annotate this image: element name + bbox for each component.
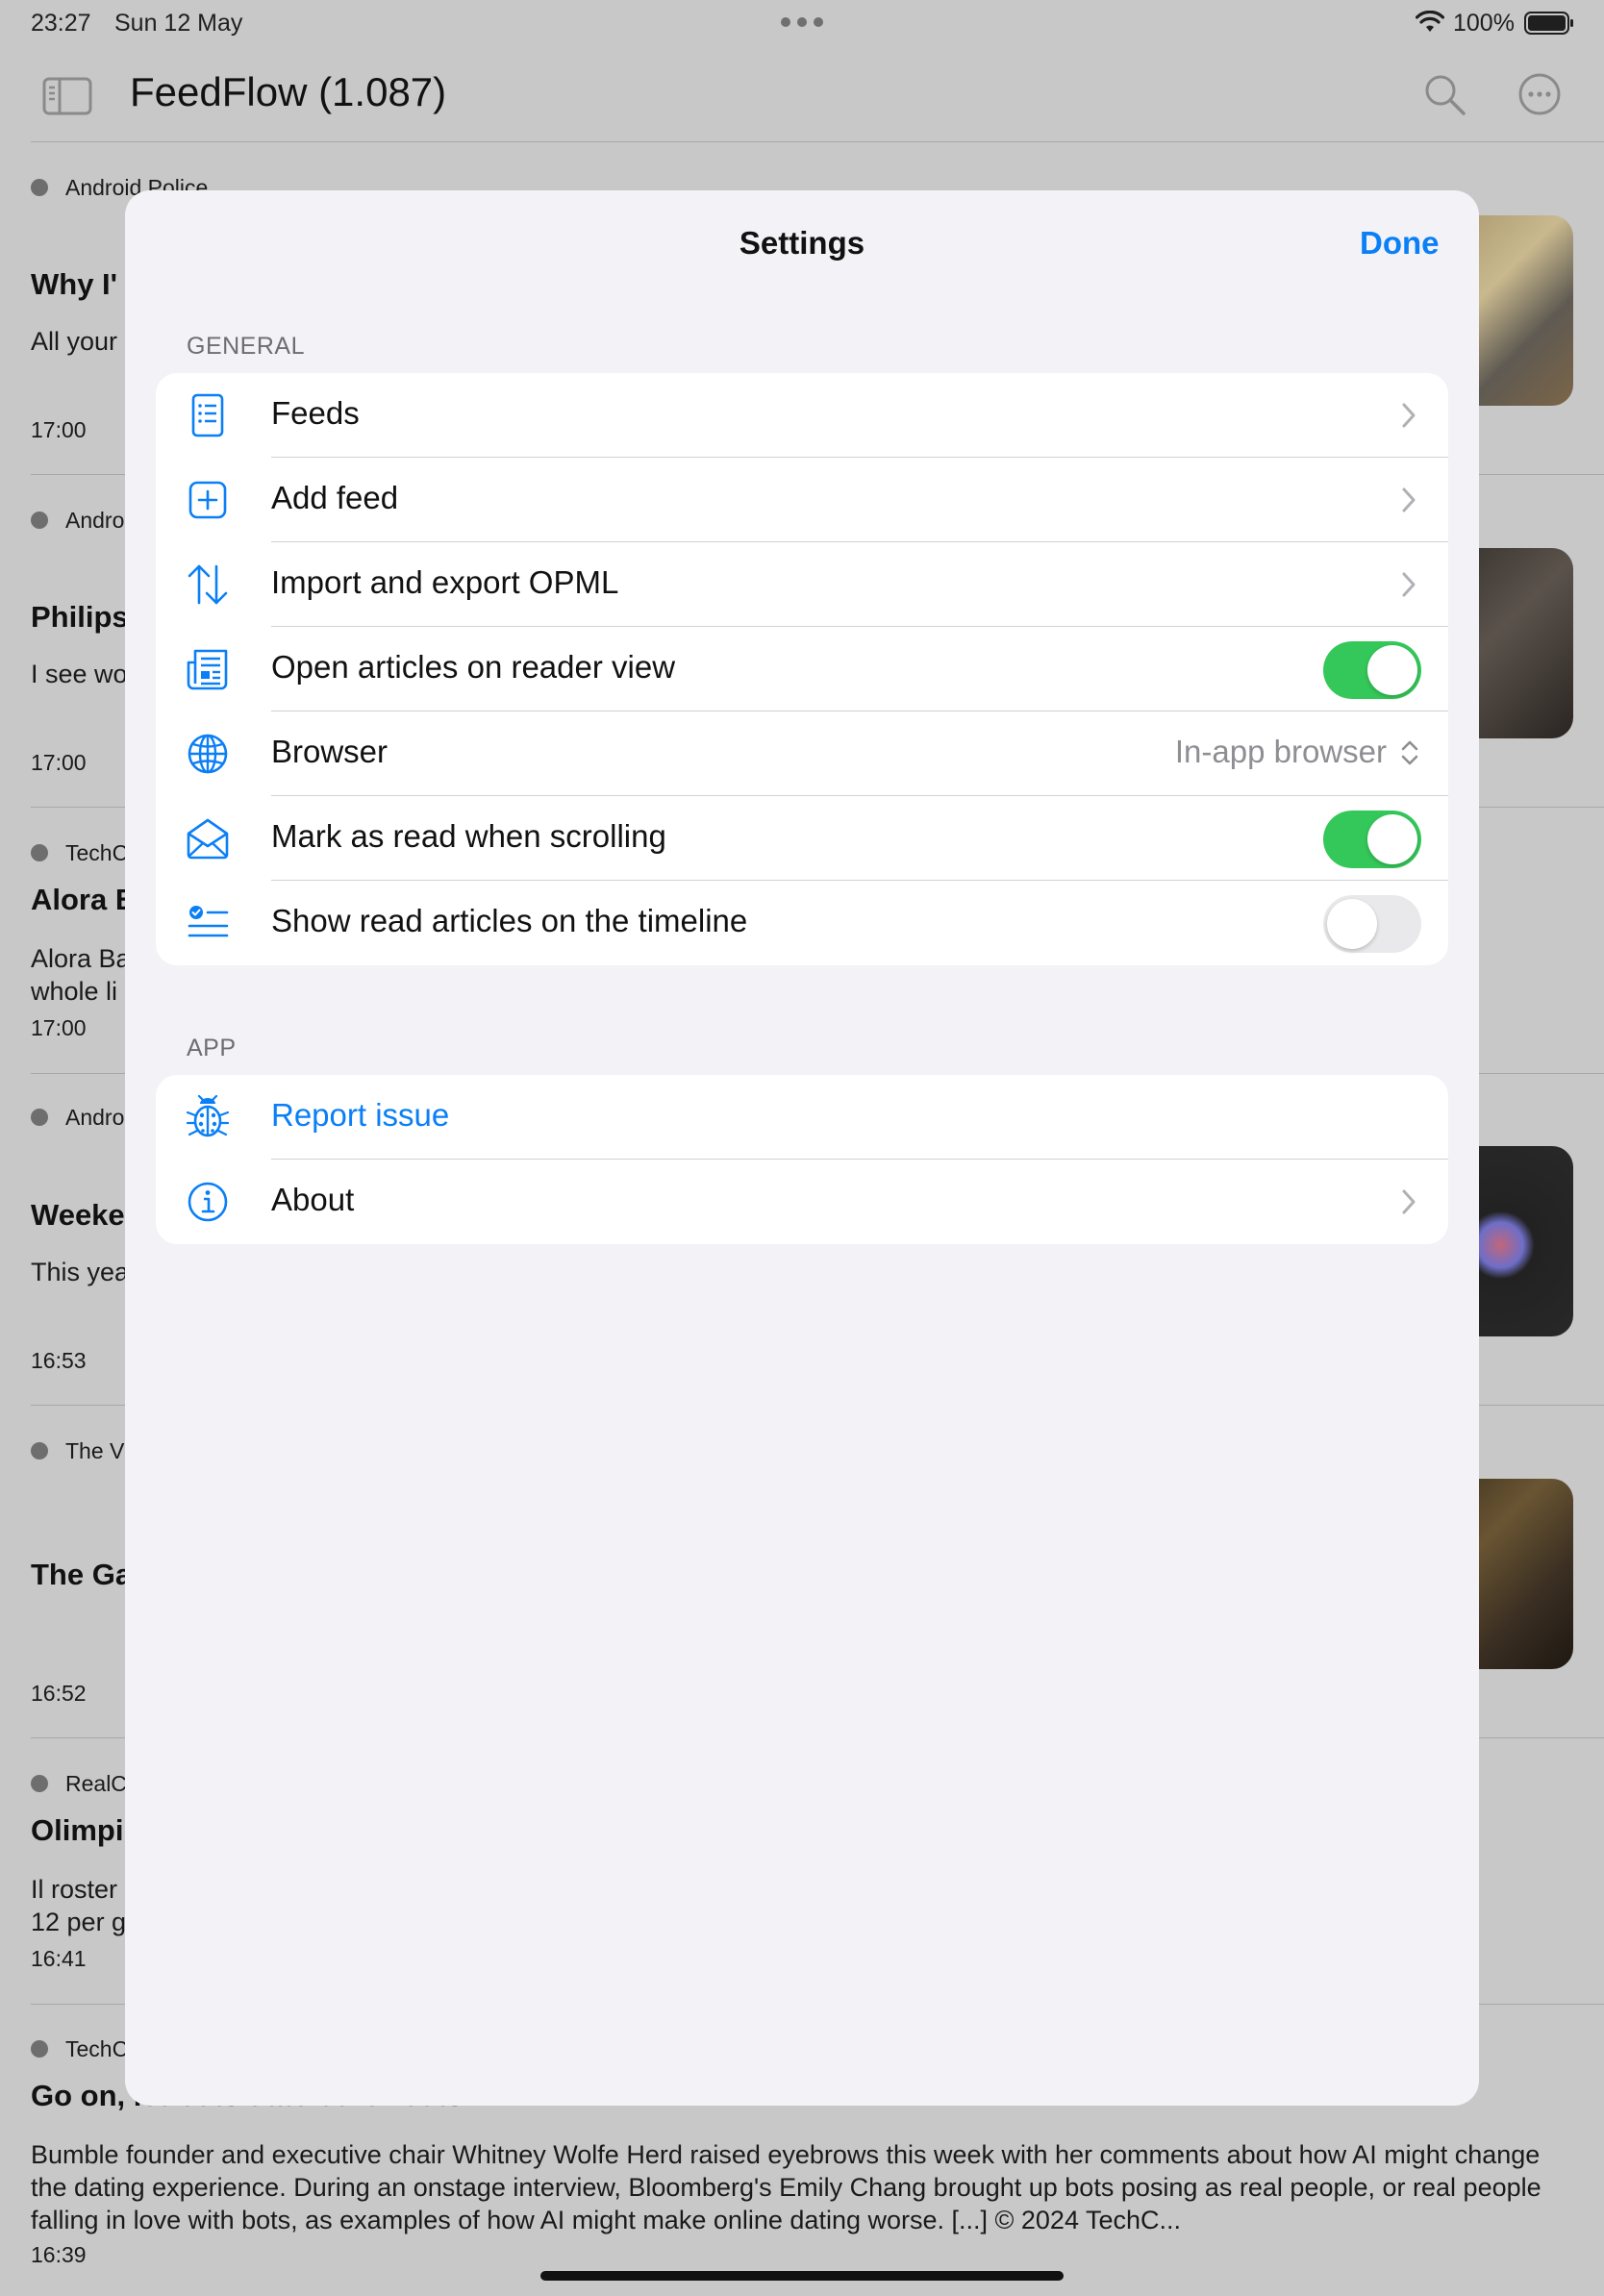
add-feed-label: Add feed <box>271 480 399 515</box>
checklist-icon <box>188 906 229 937</box>
wifi-icon <box>1416 11 1444 32</box>
plus-square-icon <box>188 481 227 519</box>
more-options-icon[interactable] <box>1516 71 1563 117</box>
article-source: The V <box>65 1438 125 1463</box>
reader-view-toggle[interactable] <box>1323 641 1421 699</box>
chevron-up-down-icon <box>1401 740 1418 765</box>
chevron-right-icon <box>1402 572 1416 597</box>
feeds-label: Feeds <box>271 395 360 431</box>
ladybug-icon <box>186 1094 230 1137</box>
article-source: TechC <box>65 2036 129 2061</box>
status-time: 23:27 <box>31 10 91 37</box>
globe-icon <box>188 734 228 774</box>
report-issue-label: Report issue <box>271 1097 450 1133</box>
feeds-row[interactable]: Feeds <box>156 373 1448 458</box>
general-settings-group: Feeds Add feed Import and export OPML Op… <box>156 373 1448 965</box>
article-time: 16:39 <box>31 2242 87 2267</box>
settings-sheet: Settings Done GENERAL Feeds Add feed Imp… <box>125 190 1479 2106</box>
app-settings-group: Report issue About <box>156 1075 1448 1244</box>
chevron-right-icon <box>1402 1189 1416 1214</box>
status-bar: 23:27 Sun 12 May 100% <box>0 0 1604 46</box>
article-source: RealC <box>65 1771 127 1796</box>
section-header-general: GENERAL <box>187 333 305 360</box>
browser-row[interactable]: Browser In-app browser <box>156 711 1448 796</box>
status-date: Sun 12 May <box>114 10 243 37</box>
article-time: 17:00 <box>31 1015 87 1040</box>
reader-view-label: Open articles on reader view <box>271 649 676 685</box>
article-time: 17:00 <box>31 750 87 775</box>
article-title: Why I' <box>31 267 118 301</box>
open-envelope-icon <box>187 818 229 860</box>
battery-icon <box>1524 12 1573 35</box>
unread-dot <box>31 2040 48 2058</box>
chevron-right-icon <box>1402 487 1416 512</box>
mark-read-label: Mark as read when scrolling <box>271 818 666 854</box>
article-title: Philips <box>31 600 129 634</box>
home-indicator[interactable] <box>540 2271 1064 2281</box>
article-source: Andro <box>65 508 125 533</box>
search-icon[interactable] <box>1421 71 1467 117</box>
mark-read-toggle[interactable] <box>1323 811 1421 868</box>
about-label: About <box>271 1182 355 1217</box>
list-document-icon <box>191 393 224 437</box>
section-header-app: APP <box>187 1035 237 1061</box>
arrow-up-down-icon <box>188 564 228 605</box>
article-time: 17:00 <box>31 417 87 442</box>
settings-title: Settings <box>739 225 865 261</box>
report-issue-row[interactable]: Report issue <box>156 1075 1448 1160</box>
article-source: Andro <box>65 1105 125 1130</box>
about-row[interactable]: About <box>156 1160 1448 1244</box>
article-title: Alora B <box>31 883 138 916</box>
article-time: 16:53 <box>31 1348 87 1373</box>
article-title: Weeke <box>31 1198 125 1232</box>
article-time: 16:41 <box>31 1946 87 1971</box>
show-read-label: Show read articles on the timeline <box>271 903 748 938</box>
reader-view-row: Open articles on reader view <box>156 627 1448 711</box>
add-feed-row[interactable]: Add feed <box>156 458 1448 542</box>
article-title: The Ga <box>31 1558 133 1591</box>
sidebar-toggle-icon[interactable] <box>42 77 92 115</box>
article-title: Olimpi <box>31 1813 124 1847</box>
import-export-label: Import and export OPML <box>271 564 619 600</box>
unread-dot <box>31 1442 48 1460</box>
mark-read-row: Mark as read when scrolling <box>156 796 1448 881</box>
article-summary: Bumble founder and executive chair Whitn… <box>31 2140 1541 2234</box>
show-read-row: Show read articles on the timeline <box>156 881 1448 965</box>
chevron-right-icon <box>1402 403 1416 428</box>
done-button[interactable]: Done <box>1360 225 1440 262</box>
article-source: TechC <box>65 840 129 865</box>
import-export-opml-row[interactable]: Import and export OPML <box>156 542 1448 627</box>
nav-divider <box>31 141 1604 142</box>
browser-selected-value[interactable]: In-app browser <box>1175 734 1387 770</box>
battery-percent: 100% <box>1453 10 1515 37</box>
unread-dot <box>31 1775 48 1792</box>
unread-dot <box>31 512 48 529</box>
browser-label: Browser <box>271 734 388 769</box>
article-time: 16:52 <box>31 1681 87 1706</box>
newspaper-icon <box>187 649 228 690</box>
show-read-toggle[interactable] <box>1323 895 1421 953</box>
unread-dot <box>31 1109 48 1126</box>
unread-dot <box>31 844 48 861</box>
unread-dot <box>31 179 48 196</box>
info-circle-icon <box>188 1182 228 1222</box>
page-title: FeedFlow (1.087) <box>130 69 447 114</box>
multitasking-dots-icon[interactable] <box>781 17 823 27</box>
